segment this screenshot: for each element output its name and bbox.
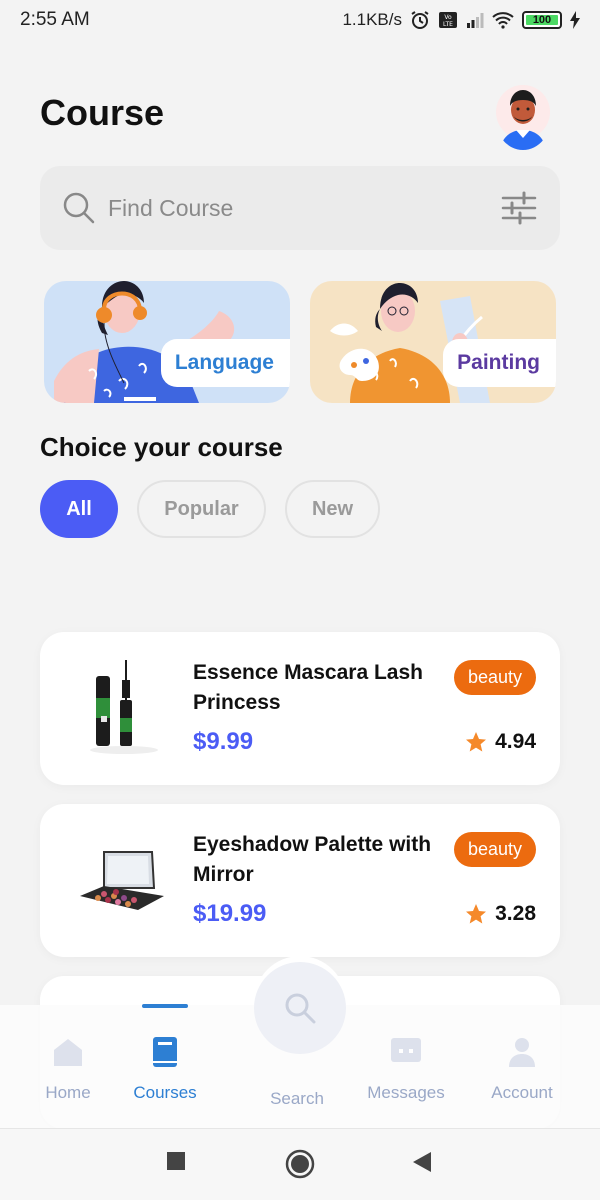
status-bar: 2:55 AM 1.1KB/s Vo LTE 100 [0, 0, 600, 40]
search-icon [63, 192, 95, 224]
category-card-painting[interactable]: Painting [310, 281, 556, 403]
category-tag: beauty [453, 832, 536, 867]
home-icon [54, 1039, 82, 1066]
nav-label-account: Account [491, 1083, 553, 1102]
signal-icon [467, 13, 484, 28]
star-icon [466, 904, 487, 924]
charging-icon [570, 11, 580, 29]
alarm-icon [411, 11, 429, 29]
status-icons: 1.1KB/s Vo LTE 100 [342, 10, 580, 30]
search-fab-button[interactable] [254, 962, 346, 1054]
home-button-icon[interactable] [285, 1149, 315, 1179]
course-rating: 4.94 [465, 730, 536, 754]
volte-icon: VoLTE [439, 12, 457, 28]
nav-label-home: Home [45, 1083, 91, 1102]
filter-icon[interactable] [500, 189, 538, 227]
course-price: $19.99 [193, 900, 267, 927]
recents-icon[interactable] [166, 1151, 186, 1171]
nav-label-search: Search [270, 1089, 324, 1108]
category-label-painting: Painting [443, 339, 556, 387]
battery-level: 100 [532, 14, 552, 26]
nav-messages[interactable]: Messages [358, 1005, 454, 1128]
course-card[interactable]: Essence Mascara Lash Princess $9.99 beau… [40, 632, 560, 785]
mascara-thumbnail [90, 660, 158, 754]
category-card-language[interactable]: Language [44, 281, 290, 403]
message-icon [391, 1038, 421, 1062]
filter-chip-new[interactable]: New [285, 480, 380, 538]
page-title: Course [40, 92, 165, 133]
nav-active-indicator [142, 1004, 188, 1008]
course-rating: 3.28 [465, 902, 536, 926]
nav-home[interactable]: Home [28, 1005, 108, 1128]
nav-courses[interactable]: Courses [120, 1005, 210, 1128]
category-tag: beauty [453, 660, 536, 695]
filter-chip-popular[interactable]: Popular [137, 480, 266, 538]
rating-value: 3.28 [495, 902, 536, 925]
eyeshadow-thumbnail [80, 851, 164, 910]
svg-text:Vo: Vo [444, 14, 452, 21]
back-icon[interactable] [412, 1151, 432, 1173]
user-icon [509, 1038, 535, 1067]
search-icon [285, 993, 316, 1024]
net-speed: 1.1KB/s [342, 10, 402, 29]
status-time: 2:55 AM [20, 9, 90, 30]
section-title: Choice your course [40, 432, 283, 462]
system-navigation-bar [0, 1128, 600, 1200]
nav-label-courses: Courses [133, 1083, 197, 1102]
nav-account[interactable]: Account [480, 1005, 564, 1128]
course-title: Essence Mascara Lash Princess [193, 661, 423, 714]
battery-icon: 100 [522, 11, 562, 29]
nav-label-messages: Messages [367, 1083, 445, 1102]
search-input[interactable] [108, 194, 500, 222]
category-label-language: Language [160, 339, 290, 387]
search-bar[interactable] [40, 166, 560, 250]
star-icon [466, 732, 487, 752]
rating-value: 4.94 [495, 730, 536, 753]
avatar[interactable] [494, 80, 552, 150]
course-card[interactable]: Eyeshadow Palette with Mirror $19.99 bea… [40, 804, 560, 957]
book-icon [153, 1037, 177, 1067]
svg-text:LTE: LTE [443, 21, 453, 28]
filter-chip-all[interactable]: All [40, 480, 118, 538]
course-price: $9.99 [193, 728, 254, 755]
wifi-icon [492, 12, 514, 29]
course-title: Eyeshadow Palette with Mirror [193, 833, 432, 886]
